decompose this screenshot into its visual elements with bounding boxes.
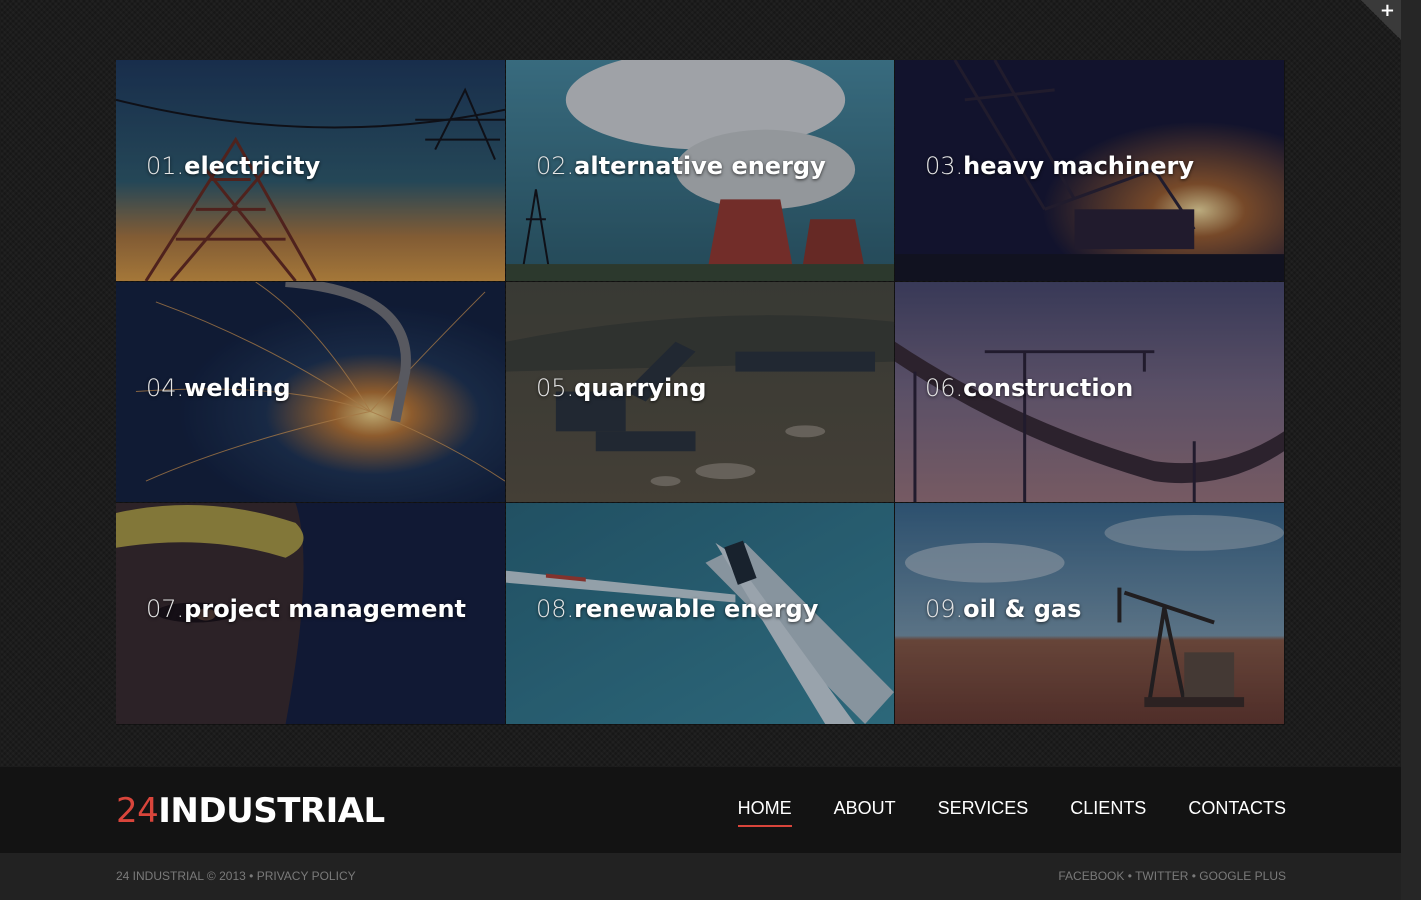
footer-navigation-bar: 24INDUSTRIAL HOME ABOUT SERVICES CLIENTS… [0,767,1401,853]
tile-number: 09. [925,595,964,623]
plus-icon: + [1379,0,1395,21]
nav-home[interactable]: HOME [737,798,792,827]
tile-number: 07. [146,595,185,623]
tile-number: 04. [146,374,185,402]
tile-number: 01. [146,152,185,180]
tile-label: 08.renewable energy [536,595,818,623]
tile-number: 03. [925,152,964,180]
nav-contacts[interactable]: CONTACTS [1188,798,1286,827]
tile-label: 04.welding [146,374,291,402]
tile-number: 08. [536,595,575,623]
google-plus-link[interactable]: GOOGLE PLUS [1199,869,1286,883]
footer-separator: • [1191,869,1196,883]
tile-title: electricity [184,152,321,180]
twitter-link[interactable]: TWITTER [1135,869,1188,883]
tile-label: 03.heavy machinery [925,152,1194,180]
tile-title: quarrying [574,374,707,402]
tile-construction[interactable]: 06.construction [895,282,1285,503]
tile-heavy-machinery[interactable]: 03.heavy machinery [895,60,1285,282]
footer-bottom-bar: 24 INDUSTRIAL © 2013 • PRIVACY POLICY FA… [0,853,1401,900]
nav-services[interactable]: SERVICES [938,798,1029,827]
tile-label: 01.electricity [146,152,320,180]
tile-title: project management [184,595,467,623]
tile-title: heavy machinery [963,152,1194,180]
tile-renewable-energy[interactable]: 08.renewable energy [506,503,895,725]
footer-separator: • [249,869,254,883]
page-edge-strip [1401,0,1421,900]
tile-label: 02.alternative energy [536,152,826,180]
tile-title: alternative energy [574,152,826,180]
copyright-text: 24 INDUSTRIAL © 2013 [116,869,246,883]
tile-number: 02. [536,152,575,180]
tile-quarrying[interactable]: 05.quarrying [506,282,895,503]
tile-title: construction [963,374,1134,402]
tile-label: 09.oil & gas [925,595,1081,623]
tile-number: 06. [925,374,964,402]
tile-title: oil & gas [963,595,1082,623]
facebook-link[interactable]: FACEBOOK [1058,869,1124,883]
tile-alternative-energy[interactable]: 02.alternative energy [506,60,895,282]
nav-about[interactable]: ABOUT [834,798,896,827]
tile-electricity[interactable]: 01.electricity [116,60,506,282]
footer-copyright-area: 24 INDUSTRIAL © 2013 • PRIVACY POLICY [116,869,356,883]
tile-welding[interactable]: 04.welding [116,282,506,503]
logo-word: INDUSTRIAL [158,791,385,831]
corner-toggle-button[interactable]: + [1361,0,1401,40]
tile-oil-and-gas[interactable]: 09.oil & gas [895,503,1285,725]
social-links: FACEBOOK • TWITTER • GOOGLE PLUS [1058,869,1286,883]
tile-title: renewable energy [574,595,819,623]
main-nav: HOME ABOUT SERVICES CLIENTS CONTACTS [737,798,1286,827]
tile-title: welding [184,374,291,402]
privacy-policy-link[interactable]: PRIVACY POLICY [257,869,356,883]
nav-clients[interactable]: CLIENTS [1070,798,1146,827]
tile-project-management[interactable]: 07.project management [116,503,506,725]
services-grid: 01.electricity 02.alternative energy 03.… [116,60,1285,725]
tile-label: 07.project management [146,595,466,623]
tile-number: 05. [536,374,575,402]
logo-number: 24 [116,791,159,831]
tile-label: 05.quarrying [536,374,706,402]
footer-separator: • [1127,869,1132,883]
site-logo[interactable]: 24INDUSTRIAL [116,791,385,831]
tile-label: 06.construction [925,374,1133,402]
